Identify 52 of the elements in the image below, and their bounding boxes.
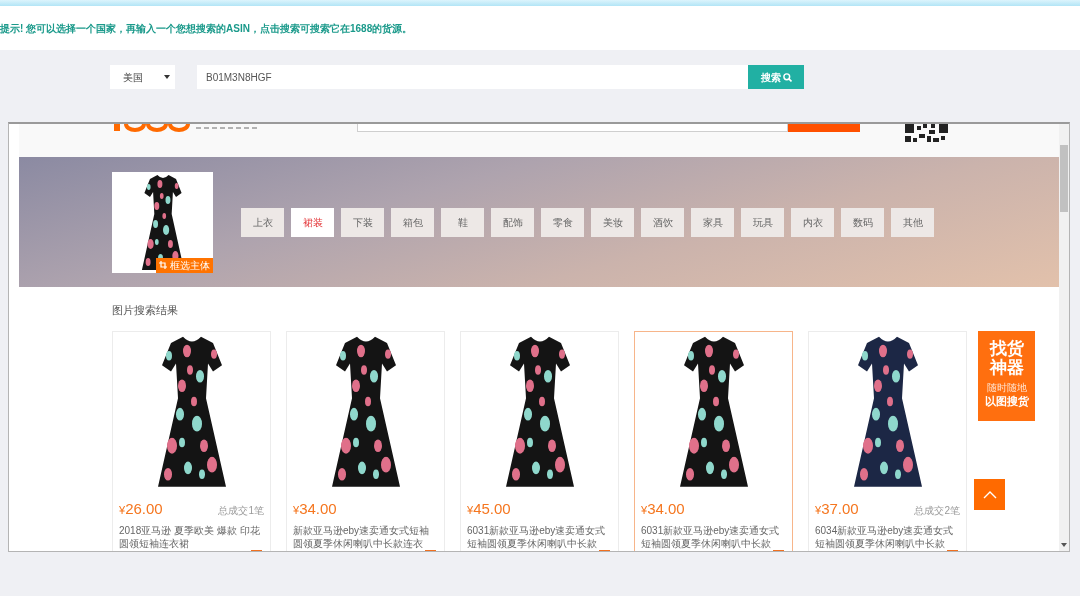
promo-title: 找货神器 [988, 339, 1025, 377]
category-tab[interactable]: 玩具 [741, 207, 784, 237]
category-tab[interactable]: 零食 [541, 207, 584, 237]
sales-count: 总成交1笔 [218, 504, 264, 518]
product-title: 新款亚马逊eby速卖通女式短袖圆领夏季休闲喇叭中长款连衣 [293, 524, 431, 550]
category-tab[interactable]: 酒饮 [641, 207, 684, 237]
promo-banner[interactable]: 找货神器 随时随地 以图搜货 [978, 331, 1035, 421]
category-tab[interactable]: 内衣 [791, 207, 834, 237]
site-search-button[interactable] [788, 124, 860, 132]
scroll-down-icon[interactable] [1061, 543, 1067, 547]
product-card[interactable]: ¥37.00 总成交2笔 6034新款亚马逊eby速卖通女式短袖圆领夏季休闲喇叭中长款 [808, 331, 967, 551]
tip-text: 提示! 您可以选择一个国家，再输入一个您想搜索的ASIN，点击搜索可搜索它在1688的货源。 [0, 21, 413, 36]
product-title: 6031新款亚马逊eby速卖通女式短袖圆领夏季休闲喇叭中长款 [641, 524, 781, 550]
crop-icon [159, 261, 167, 269]
category-tab[interactable]: 数码 [841, 207, 884, 237]
product-title: 6031新款亚马逊eby速卖通女式短袖圆领夏季休闲喇叭中长款 [467, 524, 607, 550]
product-card[interactable]: ¥26.00 总成交1笔 2018亚马逊 夏季欧美 爆款 印花圆领短袖连衣裙 [112, 331, 271, 551]
category-tab[interactable]: 鞋 [441, 207, 484, 237]
category-tab[interactable]: 配饰 [491, 207, 534, 237]
caret-icon [164, 75, 170, 79]
product-card[interactable]: ¥34.00 新款亚马逊eby速卖通女式短袖圆领夏季休闲喇叭中长款连衣 [286, 331, 445, 551]
country-select[interactable]: 美国 [110, 65, 175, 89]
search-icon [782, 72, 792, 82]
product-card[interactable]: ¥45.00 6031新款亚马逊eby速卖通女式短袖圆领夏季休闲喇叭中长款 [460, 331, 619, 551]
promo-subtitle: 随时随地 [986, 382, 1027, 394]
category-tab[interactable]: 裙装 [291, 207, 334, 237]
category-tab[interactable]: 下装 [341, 207, 384, 237]
category-tab[interactable]: 箱包 [391, 207, 434, 237]
product-title: 2018亚马逊 夏季欧美 爆款 印花圆领短袖连衣裙 [119, 524, 261, 550]
product-price: ¥37.00 [815, 499, 859, 519]
category-tab[interactable]: 上衣 [241, 207, 284, 237]
product-card[interactable]: ¥34.00 6031新款亚马逊eby速卖通女式短袖圆领夏季休闲喇叭中长款 [634, 331, 793, 551]
product-price: ¥34.00 [641, 499, 685, 519]
back-to-top-button[interactable] [974, 479, 1005, 510]
scrollbar[interactable] [1059, 124, 1069, 551]
product-price: ¥45.00 [467, 499, 511, 519]
category-tab[interactable]: 其他 [891, 207, 934, 237]
chevron-up-icon [982, 490, 997, 499]
sales-count: 总成交2笔 [914, 504, 960, 518]
product-price: ¥34.00 [293, 499, 337, 519]
qr-code-icon [905, 124, 948, 142]
site-search-field[interactable] [357, 124, 788, 132]
results-title: 图片搜索结果 [112, 303, 178, 317]
product-title: 6034新款亚马逊eby速卖通女式短袖圆领夏季休闲喇叭中长款 [815, 524, 955, 550]
search-button[interactable]: 搜索 [748, 65, 804, 89]
product-price: ¥26.00 [119, 499, 163, 519]
scrollbar-thumb[interactable] [1060, 145, 1068, 212]
crop-button[interactable]: 框选主体 [156, 257, 213, 273]
asin-input[interactable]: B01M3N8HGF [197, 65, 748, 89]
category-tab[interactable]: 家具 [691, 207, 734, 237]
category-tab[interactable]: 美妆 [591, 207, 634, 237]
promo-action: 以图搜货 [984, 395, 1029, 408]
